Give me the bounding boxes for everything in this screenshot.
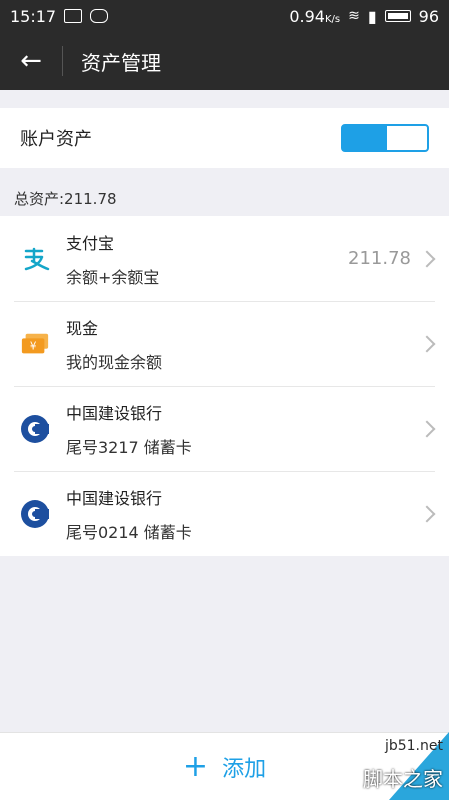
account-subtitle: 尾号3217 储蓄卡 [66,437,192,457]
add-label: 添加 [222,757,267,782]
appbar-divider [62,46,63,76]
account-assets-toggle[interactable] [341,124,429,152]
account-name: 现金 [66,318,99,338]
plus-icon: + [182,749,209,784]
account-subtitle: 余额+余额宝 [66,267,160,287]
toggle-on-indicator [343,126,387,150]
arrow-left-icon: ← [20,46,42,76]
chevron-right-icon [418,335,436,352]
watermark-bottom: 脚本之家 [363,767,443,791]
list-item-ccb-3217[interactable]: 中国建设银行 尾号3217 储蓄卡 [0,386,449,471]
signal-icon: ▮ [367,6,377,26]
chevron-right-icon [418,250,436,267]
account-name: 中国建设银行 [66,403,163,423]
total-assets: 总资产:211.78 [14,189,117,208]
account-subtitle: 尾号0214 储蓄卡 [66,522,192,542]
page-title: 资产管理 [81,50,161,75]
account-assets-label: 账户资产 [20,129,92,150]
chevron-right-icon [418,420,436,437]
account-name: 中国建设银行 [66,488,163,508]
battery-icon [384,10,411,22]
status-bar: 15:17 0.94K/s ≋ ▮ 96 [0,0,449,32]
list-item-alipay[interactable]: 支付宝 余额+余额宝 211.78 [0,216,449,301]
cash-icon: ¥ [20,329,50,359]
account-name: 支付宝 [66,233,115,253]
chevron-right-icon [418,505,436,522]
account-assets-row: 账户资产 [0,108,449,168]
watermark: jb51.net 脚本之家 [329,732,449,800]
status-time: 15:17 [10,6,57,26]
separator [0,90,449,108]
ccb-icon [20,414,50,444]
app-bar: ← 资产管理 [0,32,449,90]
battery-level: 96 [418,6,439,26]
back-button[interactable]: ← [0,32,62,90]
account-amount: 211.78 [348,248,411,269]
wifi-icon: ≋ [348,8,360,24]
svg-text:¥: ¥ [30,340,37,352]
image-icon [64,9,83,23]
list-item-ccb-0214[interactable]: 中国建设银行 尾号0214 储蓄卡 [0,471,449,556]
network-speed: 0.94K/s [289,6,341,26]
alipay-icon [20,244,50,274]
account-list: 支付宝 余额+余额宝 211.78 ¥ 现金 我的现金余额 中国建设银行 尾号3… [0,216,449,556]
watermark-top: jb51.net [384,738,443,754]
ccb-icon [20,499,50,529]
list-item-cash[interactable]: ¥ 现金 我的现金余额 [0,301,449,386]
account-subtitle: 我的现金余额 [66,352,163,372]
eye-icon [90,9,109,23]
